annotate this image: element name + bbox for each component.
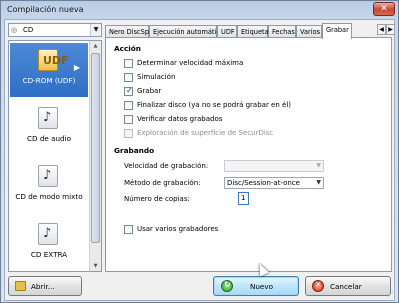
tab-scroll-left-icon[interactable]: ◀ bbox=[377, 24, 386, 35]
checkbox-label: Grabar bbox=[137, 87, 162, 95]
tab-burn[interactable]: Grabar bbox=[322, 23, 352, 39]
chevron-down-icon: ▼ bbox=[90, 24, 101, 36]
open-button-label: Abrir... bbox=[31, 282, 55, 291]
copies-value: 1 bbox=[241, 194, 246, 202]
checkbox-label: Simulación bbox=[137, 73, 176, 81]
list-item-cd-extra[interactable]: ♪ CD EXTRA bbox=[10, 217, 88, 271]
checkbox-box[interactable] bbox=[124, 59, 133, 68]
new-button-label: Nuevo bbox=[250, 282, 274, 291]
checkbox-box[interactable] bbox=[124, 225, 133, 234]
checkmark-icon: ✓ bbox=[126, 86, 133, 95]
chevron-down-icon: ▼ bbox=[316, 179, 321, 186]
disc-type-value: CD bbox=[23, 26, 34, 34]
checkbox-box[interactable] bbox=[124, 115, 133, 124]
cd-rom-icon: UDF bbox=[38, 49, 69, 71]
dialog-window: Compilación nueva ✕ ◎ CD ▼ UDF CD-ROM (U… bbox=[0, 0, 399, 303]
copies-label: Número de copias: bbox=[124, 195, 190, 203]
disc-icon: ◎ bbox=[11, 26, 18, 34]
cancel-icon: ✕ bbox=[312, 280, 324, 292]
new-button[interactable]: ↻ Nuevo bbox=[213, 276, 299, 296]
checkbox-box bbox=[124, 129, 133, 138]
list-item-label: CD-ROM (UDF) bbox=[22, 76, 76, 85]
list-item-cd-mixed-mode[interactable]: ♪ CD de modo mixto bbox=[10, 159, 88, 213]
list-item-cd-rom-udf[interactable]: UDF CD-ROM (UDF) ▶ bbox=[10, 43, 88, 97]
checkbox-box[interactable] bbox=[124, 101, 133, 110]
checkbox-label: Verificar datos grabados bbox=[137, 115, 223, 123]
audio-file-icon: ♪ bbox=[38, 107, 58, 129]
chevron-down-icon: ▼ bbox=[316, 162, 321, 169]
section-heading-recording: Grabando bbox=[114, 146, 155, 155]
scrollbar-thumb[interactable] bbox=[91, 53, 100, 243]
section-heading-action: Acción bbox=[114, 44, 142, 53]
project-type-list: UDF CD-ROM (UDF) ▶ ♪ CD de audio ♪ CD de… bbox=[8, 40, 102, 272]
folder-open-icon bbox=[15, 281, 26, 291]
window-title: Compilación nueva bbox=[7, 5, 84, 14]
tab-scroll-right-icon[interactable]: ▶ bbox=[386, 24, 395, 35]
tab-strip: Nero DiscSpan Ejecución automática UDF E… bbox=[105, 23, 395, 39]
write-method-value: Disc/Session-at-once bbox=[227, 179, 300, 187]
scroll-up-icon[interactable]: ▲ bbox=[90, 41, 101, 51]
open-button[interactable]: Abrir... bbox=[8, 276, 82, 296]
checkbox-label: Exploración de superficie de SecurDisc bbox=[137, 129, 274, 137]
disc-type-select[interactable]: ◎ CD ▼ bbox=[8, 23, 102, 37]
cancel-button-label: Cancelar bbox=[330, 282, 362, 291]
list-item-label: CD de audio bbox=[26, 134, 72, 143]
checkbox-label: Usar varios grabadores bbox=[137, 225, 219, 233]
dialog-body: ◎ CD ▼ UDF CD-ROM (UDF) ▶ ♪ CD de audio … bbox=[4, 19, 395, 301]
list-item-label: CD de modo mixto bbox=[15, 192, 83, 201]
list-scrollbar[interactable]: ▲ ▼ bbox=[89, 41, 101, 271]
write-speed-label: Velocidad de grabación: bbox=[124, 162, 209, 170]
write-speed-select: ▼ bbox=[224, 160, 324, 172]
burn-settings-panel: Acción Determinar velocidad máxima Simul… bbox=[105, 37, 392, 272]
new-burn-icon: ↻ bbox=[221, 280, 233, 292]
cancel-button[interactable]: ✕ Cancelar bbox=[305, 276, 391, 296]
resize-grip-icon[interactable]: ⋰ bbox=[387, 291, 393, 298]
checkbox-box[interactable] bbox=[124, 73, 133, 82]
selection-arrow-icon: ▶ bbox=[73, 63, 80, 72]
list-item-cd-audio[interactable]: ♪ CD de audio bbox=[10, 101, 88, 155]
checkbox-box[interactable]: ✓ bbox=[124, 86, 133, 96]
close-button[interactable]: ✕ bbox=[373, 2, 395, 16]
scroll-down-icon[interactable]: ▼ bbox=[90, 261, 101, 271]
checkbox-label: Determinar velocidad máxima bbox=[137, 59, 244, 67]
list-item-label: CD EXTRA bbox=[30, 250, 68, 259]
title-bar[interactable]: Compilación nueva ✕ bbox=[1, 1, 398, 19]
write-method-select[interactable]: Disc/Session-at-once ▼ bbox=[224, 177, 324, 189]
checkbox-label: Finalizar disco (ya no se podrá grabar e… bbox=[137, 101, 292, 109]
cd-extra-icon: ♪ bbox=[38, 223, 58, 245]
write-method-label: Método de grabación: bbox=[124, 179, 201, 187]
mixed-mode-icon: ♪ bbox=[38, 165, 58, 187]
copies-input[interactable]: 1 bbox=[238, 192, 249, 205]
